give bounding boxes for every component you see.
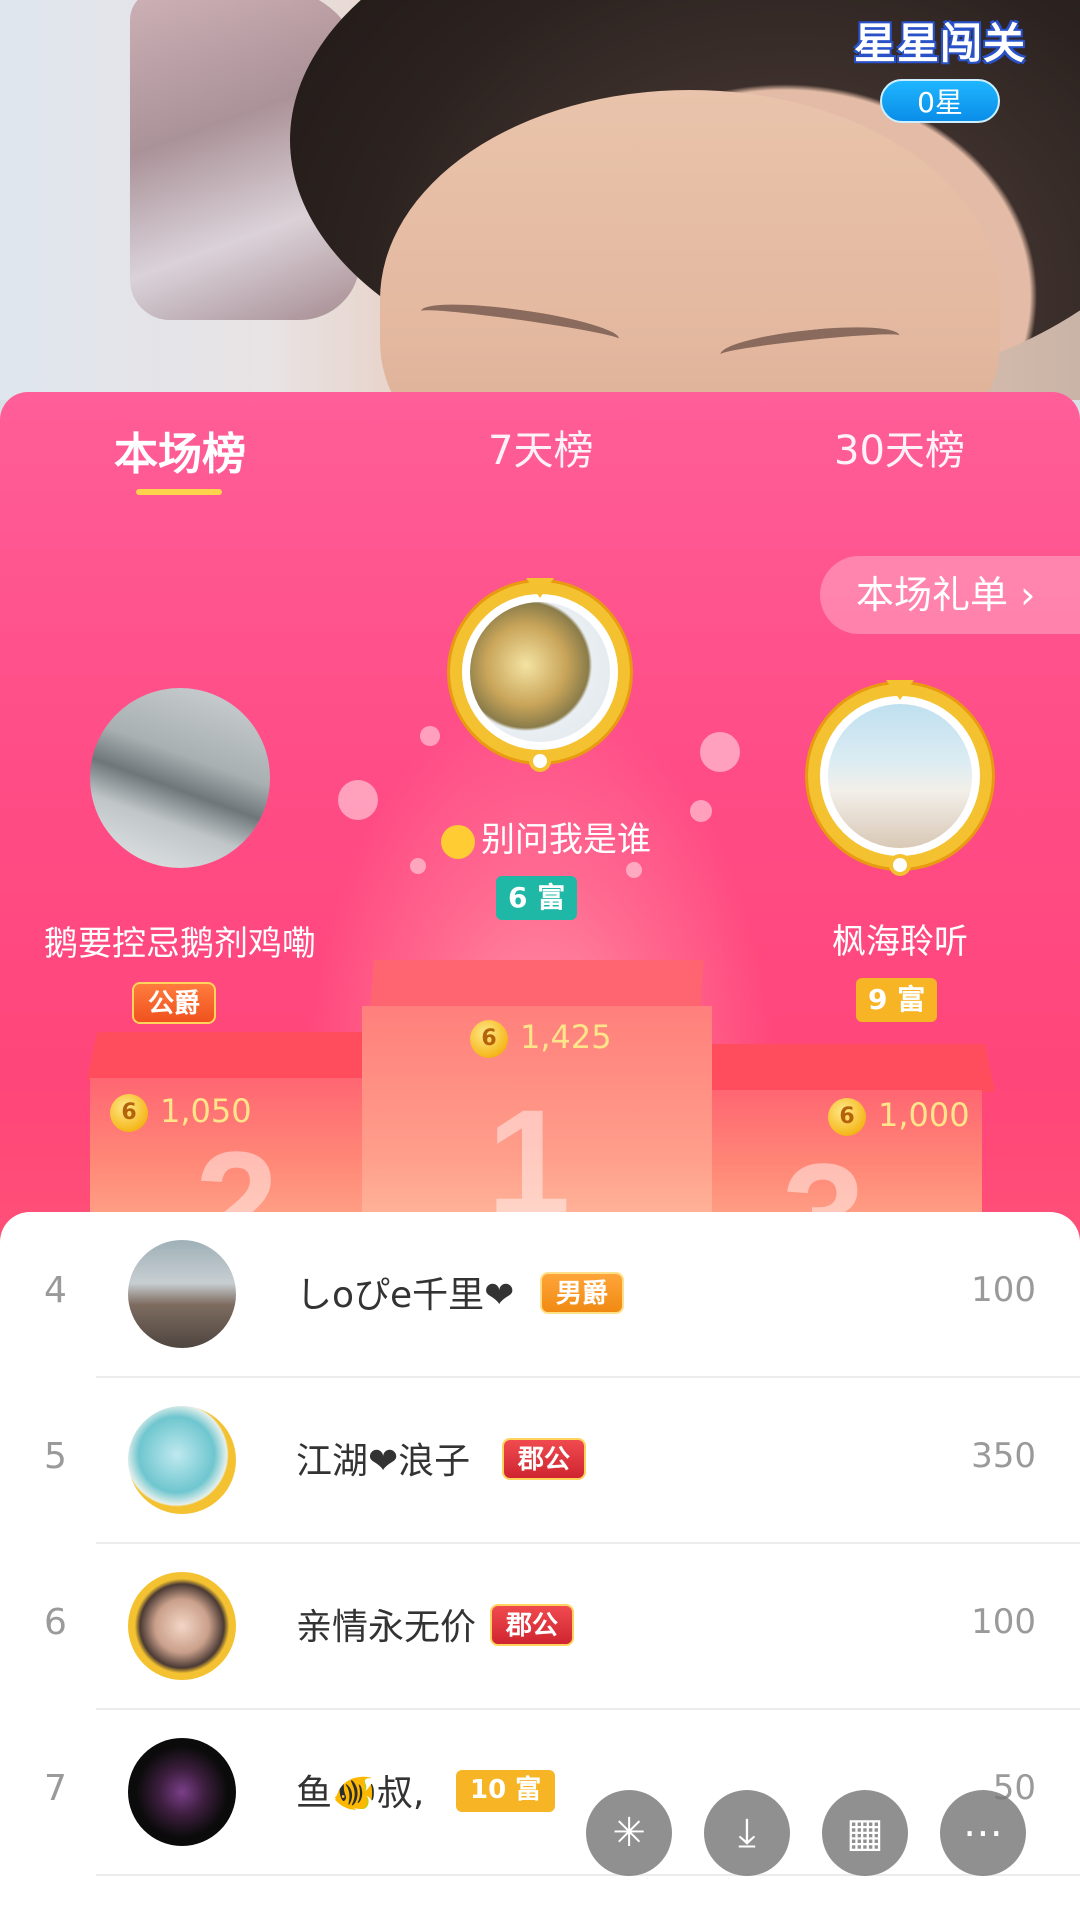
grid-icon: ▦ bbox=[846, 1810, 884, 1856]
list-item[interactable]: 5 江湖❤浪子 郡公 350 bbox=[0, 1378, 1080, 1544]
share-button[interactable]: ✳ bbox=[586, 1790, 672, 1876]
coin-icon: 6 bbox=[828, 1098, 866, 1136]
tab-7-days[interactable]: 7天榜 bbox=[488, 418, 593, 476]
third-place-avatar-frame[interactable] bbox=[808, 684, 992, 868]
eye-roll-emoji-icon bbox=[441, 824, 475, 859]
share-icon: ✳ bbox=[612, 1810, 646, 1856]
star-challenge-badge[interactable]: 星星闯关 0星 bbox=[850, 10, 1030, 130]
decor-bubble bbox=[420, 726, 440, 746]
gift-score: 350 bbox=[971, 1436, 1036, 1476]
download-button[interactable]: ⤓ bbox=[704, 1790, 790, 1876]
avatar bbox=[128, 1572, 236, 1680]
rank-number: 4 bbox=[44, 1270, 67, 1311]
podium-3-top bbox=[684, 1044, 996, 1092]
podium-2-top bbox=[86, 1032, 398, 1080]
user-name: 江湖❤浪子 bbox=[296, 1441, 471, 1482]
second-place-name[interactable]: 鹅要控忌鹅剂鸡嘞 bbox=[30, 916, 330, 965]
frame-gem-icon bbox=[529, 750, 551, 772]
ranking-list: 4 しoぴe千里❤ 男爵 100 5 江湖❤浪子 郡公 350 6 亲情永无价 … bbox=[0, 1212, 1080, 1920]
active-tab-indicator bbox=[136, 489, 222, 495]
frame-crown-icon bbox=[526, 578, 554, 598]
second-place-score: 6 1,050 bbox=[110, 1092, 252, 1132]
rank-number: 6 bbox=[44, 1602, 67, 1643]
gift-list-button[interactable]: 本场礼单 › bbox=[820, 556, 1080, 634]
divider bbox=[96, 1874, 1080, 1876]
avatar bbox=[128, 1406, 236, 1514]
decor-bubble bbox=[700, 732, 740, 772]
first-place-name[interactable]: 别问我是谁 bbox=[428, 812, 664, 861]
first-place-avatar-frame[interactable] bbox=[450, 582, 630, 762]
coin-icon: 6 bbox=[470, 1020, 508, 1058]
third-place-avatar bbox=[828, 704, 972, 848]
decor-bubble bbox=[690, 800, 712, 822]
noble-badge: 郡公 bbox=[502, 1438, 587, 1480]
rank-number: 7 bbox=[44, 1768, 67, 1809]
first-place-rich-badge: 6 富 bbox=[496, 876, 578, 920]
more-button[interactable]: ⋯ bbox=[940, 1790, 1026, 1876]
rank-number: 5 bbox=[44, 1436, 67, 1477]
user-name: 鱼🐠叔, bbox=[296, 1773, 425, 1814]
tab-this-session[interactable]: 本场榜 bbox=[114, 418, 246, 482]
grid-button[interactable]: ▦ bbox=[822, 1790, 908, 1876]
third-place-rich-badge: 9 富 bbox=[856, 978, 938, 1022]
star-challenge-title: 星星闯关 bbox=[853, 19, 1026, 68]
second-place-noble-badge: 公爵 bbox=[132, 982, 217, 1024]
download-icon: ⤓ bbox=[738, 1810, 756, 1856]
decor-bubble bbox=[626, 862, 642, 878]
coin-icon: 6 bbox=[110, 1094, 148, 1132]
avatar bbox=[128, 1240, 236, 1348]
gift-score: 100 bbox=[971, 1602, 1036, 1642]
podium-1-top bbox=[370, 960, 704, 1008]
frame-gem-icon bbox=[889, 854, 911, 876]
rich-badge: 10 富 bbox=[456, 1770, 556, 1812]
star-count-pill: 0星 bbox=[880, 79, 1000, 123]
noble-badge: 男爵 bbox=[540, 1272, 625, 1314]
decor-bubble bbox=[338, 780, 378, 820]
user-name: 亲情永无价 bbox=[296, 1607, 477, 1648]
frame-crown-icon bbox=[886, 680, 914, 700]
ranking-tabs: 本场榜 7天榜 30天榜 bbox=[0, 392, 1080, 502]
decor-bubble bbox=[410, 858, 426, 874]
list-item[interactable]: 6 亲情永无价 郡公 100 bbox=[0, 1544, 1080, 1710]
third-place-score: 6 1,000 bbox=[828, 1096, 970, 1136]
noble-badge: 郡公 bbox=[490, 1604, 575, 1646]
first-place-score: 6 1,425 bbox=[470, 1018, 612, 1058]
first-place-avatar bbox=[470, 602, 610, 742]
list-item[interactable]: 7 鱼🐠叔, 10 富 50 bbox=[0, 1710, 1080, 1876]
third-place-name[interactable]: 枫海聆听 bbox=[800, 914, 1000, 963]
second-place-avatar[interactable] bbox=[90, 688, 270, 868]
tab-30-days[interactable]: 30天榜 bbox=[834, 418, 965, 476]
user-name: しoぴe千里❤ bbox=[296, 1275, 515, 1316]
avatar bbox=[128, 1738, 236, 1846]
more-icon: ⋯ bbox=[963, 1810, 1003, 1856]
gift-score: 100 bbox=[971, 1270, 1036, 1310]
list-item[interactable]: 4 しoぴe千里❤ 男爵 100 bbox=[0, 1212, 1080, 1378]
